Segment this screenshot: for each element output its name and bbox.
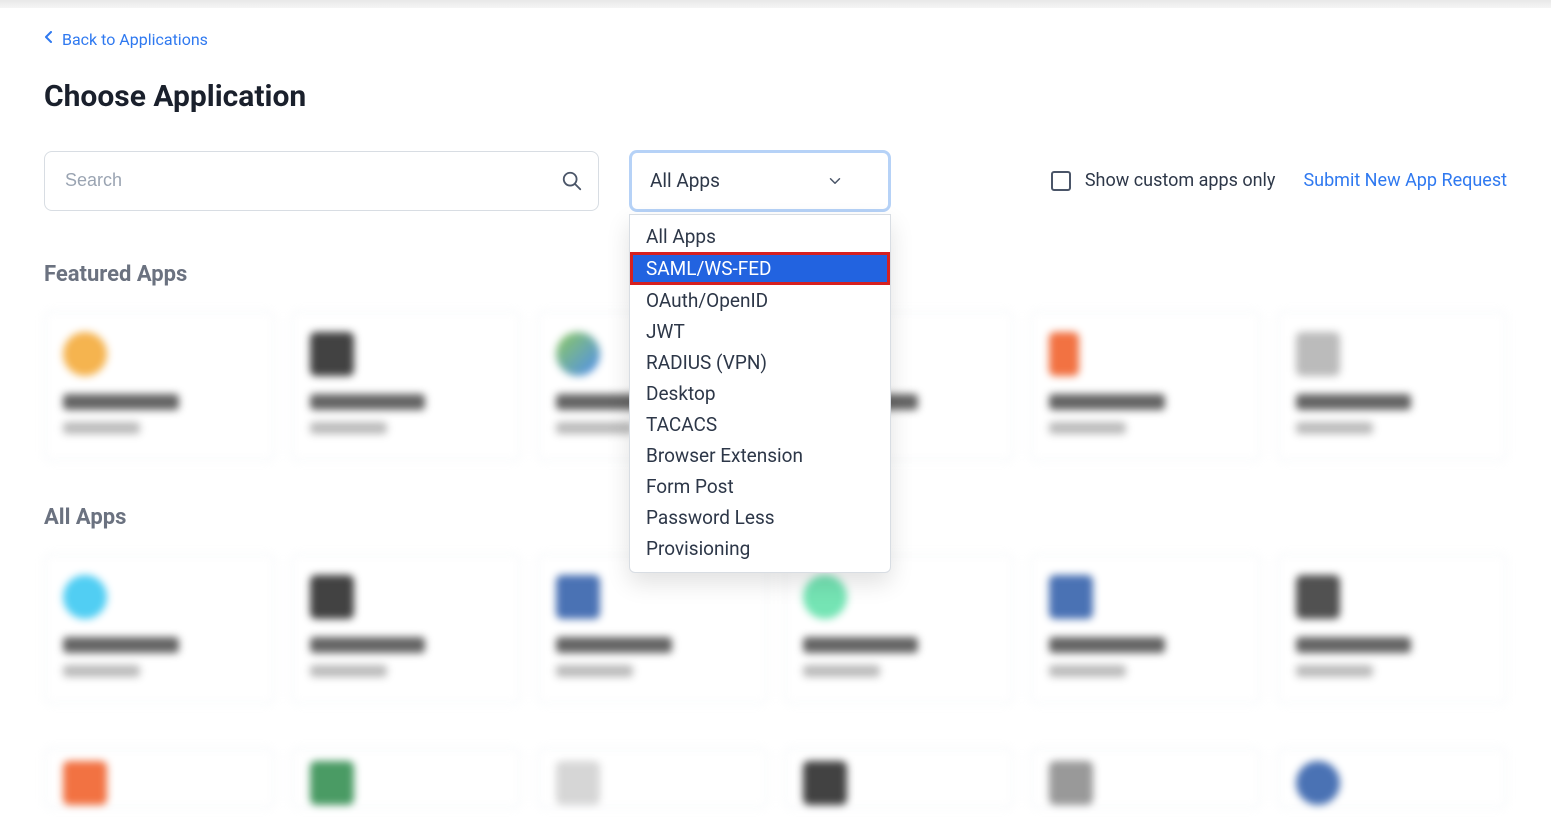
app-card[interactable] — [291, 554, 522, 704]
chevron-down-icon — [826, 172, 844, 190]
app-card[interactable] — [44, 311, 275, 461]
filter-option-oauth-openid[interactable]: OAuth/OpenID — [630, 285, 890, 316]
filter-dropdown: All Apps SAML/WS-FED OAuth/OpenID JWT RA… — [629, 214, 891, 573]
filter-selected-label: All Apps — [650, 169, 720, 192]
app-card[interactable] — [537, 554, 768, 704]
app-card[interactable] — [1030, 311, 1261, 461]
filter-option-radius-vpn[interactable]: RADIUS (VPN) — [630, 347, 890, 378]
page-title: Choose Application — [44, 79, 1507, 114]
app-type-filter[interactable]: All Apps — [629, 150, 891, 212]
page-container: Back to Applications Choose Application … — [0, 8, 1551, 828]
filter-option-password-less[interactable]: Password Less — [630, 502, 890, 533]
chevron-left-icon — [44, 31, 54, 47]
all-apps-grid — [44, 554, 1507, 704]
app-card[interactable] — [1277, 311, 1508, 461]
app-card[interactable] — [1030, 748, 1261, 808]
search-icon[interactable] — [561, 170, 583, 192]
filter-option-provisioning[interactable]: Provisioning — [630, 533, 890, 564]
back-to-applications-link[interactable]: Back to Applications — [44, 30, 208, 49]
app-card[interactable] — [1277, 554, 1508, 704]
search-wrap — [44, 151, 599, 211]
submit-new-app-request-link[interactable]: Submit New App Request — [1303, 170, 1507, 191]
filter-option-form-post[interactable]: Form Post — [630, 471, 890, 502]
app-card[interactable] — [1030, 554, 1261, 704]
right-controls: Show custom apps only Submit New App Req… — [1051, 170, 1507, 191]
filter-option-saml-ws-fed[interactable]: SAML/WS-FED — [630, 252, 890, 285]
filter-option-desktop[interactable]: Desktop — [630, 378, 890, 409]
filter-wrap: All Apps All Apps SAML/WS-FED OAuth/Open… — [629, 150, 891, 212]
filter-option-all-apps[interactable]: All Apps — [630, 221, 890, 252]
app-card[interactable] — [44, 748, 275, 808]
app-card[interactable] — [537, 748, 768, 808]
checkbox-icon — [1051, 171, 1071, 191]
app-card[interactable] — [291, 748, 522, 808]
checkbox-label: Show custom apps only — [1085, 170, 1276, 191]
filter-option-tacacs[interactable]: TACACS — [630, 409, 890, 440]
show-custom-apps-checkbox[interactable]: Show custom apps only — [1051, 170, 1276, 191]
app-card[interactable] — [1277, 748, 1508, 808]
app-card[interactable] — [291, 311, 522, 461]
search-input[interactable] — [44, 151, 599, 211]
app-card[interactable] — [784, 554, 1015, 704]
all-apps-grid-row2 — [44, 748, 1507, 808]
app-card[interactable] — [784, 748, 1015, 808]
app-card[interactable] — [44, 554, 275, 704]
top-gradient-bar — [0, 0, 1551, 8]
filter-option-jwt[interactable]: JWT — [630, 316, 890, 347]
filter-option-browser-extension[interactable]: Browser Extension — [630, 440, 890, 471]
back-link-label: Back to Applications — [62, 30, 208, 49]
controls-row: All Apps All Apps SAML/WS-FED OAuth/Open… — [44, 150, 1507, 212]
